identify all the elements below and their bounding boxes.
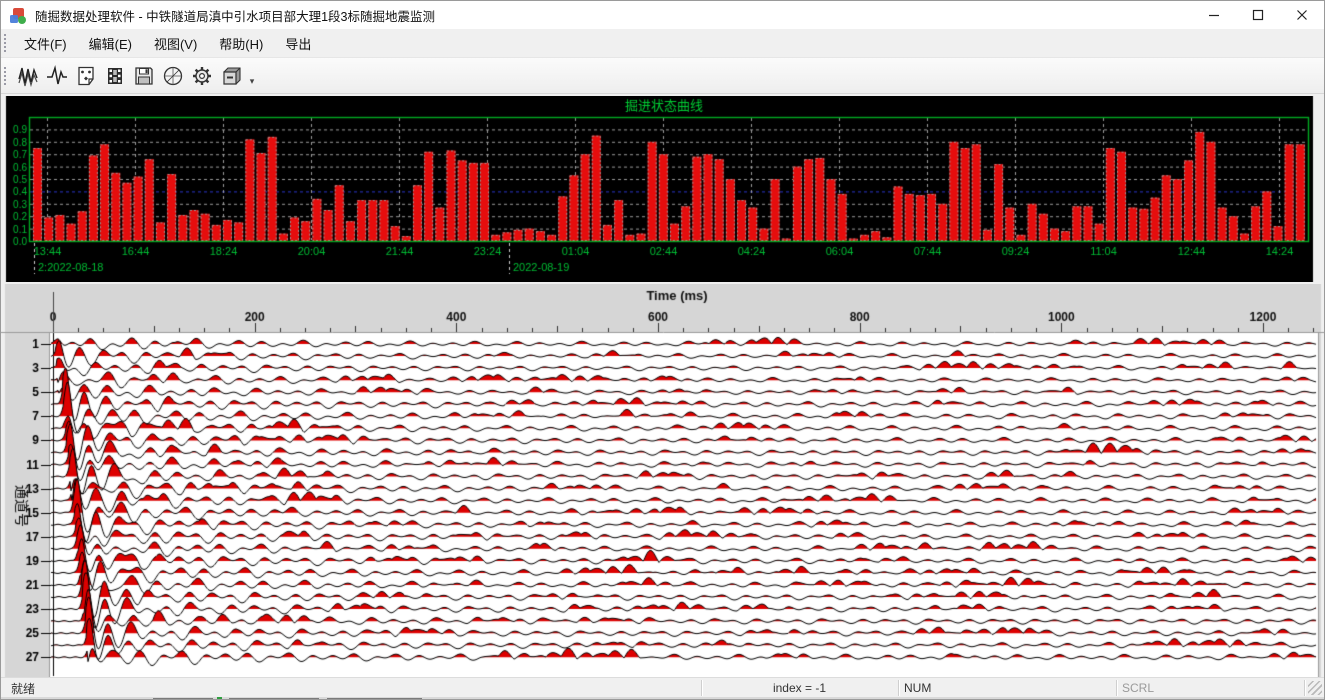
excavation-status-chart[interactable]	[1, 96, 1325, 282]
close-button[interactable]	[1280, 1, 1324, 29]
settings-button[interactable]	[188, 62, 215, 90]
titlebar: 随掘数据处理软件 - 中铁隧道局滇中引水项目部大理1段3标随掘地震监测	[1, 1, 1324, 29]
app-icon	[9, 6, 27, 24]
single-waveform-button[interactable]	[43, 62, 70, 90]
seismogram-section[interactable]	[1, 284, 1325, 677]
status-scrl: SCRL	[1122, 678, 1154, 698]
maximize-button[interactable]	[1236, 1, 1280, 29]
log-notebook-icon	[75, 65, 97, 87]
settings-gear-icon	[191, 65, 213, 87]
multi-waveform-icon	[17, 65, 39, 87]
maximize-icon	[1252, 9, 1264, 21]
toolbar-grip[interactable]	[4, 67, 9, 85]
menubar-grip[interactable]	[4, 34, 9, 52]
close-icon	[1296, 9, 1308, 21]
log-notebook-button[interactable]	[72, 62, 99, 90]
resize-grip[interactable]	[1308, 681, 1322, 695]
status-num: NUM	[904, 678, 931, 698]
menu-export[interactable]: 导出	[274, 29, 322, 58]
filmstrip-icon	[104, 65, 126, 87]
archive-cabinet-icon	[220, 65, 242, 87]
statusbar: 就绪 index = -1 NUM SCRL	[1, 677, 1324, 697]
save-button[interactable]	[130, 62, 157, 90]
status-index: index = -1	[701, 678, 898, 698]
menu-view[interactable]: 视图(V)	[143, 29, 208, 58]
archive-cabinet-button[interactable]	[217, 62, 244, 90]
menu-edit[interactable]: 编辑(E)	[78, 29, 143, 58]
minimize-icon	[1208, 9, 1220, 21]
multi-waveform-button[interactable]	[14, 62, 41, 90]
menu-file[interactable]: 文件(F)	[13, 29, 78, 58]
app-window: 随掘数据处理软件 - 中铁隧道局滇中引水项目部大理1段3标随掘地震监测 文件(F…	[0, 0, 1325, 700]
menubar: 文件(F) 编辑(E) 视图(V) 帮助(H) 导出	[1, 29, 1324, 58]
single-waveform-icon	[46, 65, 68, 87]
save-floppy-icon	[133, 65, 155, 87]
compass-icon	[162, 65, 184, 87]
toolbar: ▾	[1, 58, 1324, 94]
status-ready: 就绪	[11, 678, 35, 698]
window-title: 随掘数据处理软件 - 中铁隧道局滇中引水项目部大理1段3标随掘地震监测	[35, 6, 435, 25]
menu-help[interactable]: 帮助(H)	[208, 29, 274, 58]
filmstrip-button[interactable]	[101, 62, 128, 90]
minimize-button[interactable]	[1192, 1, 1236, 29]
compass-button[interactable]	[159, 62, 186, 90]
toolbar-overflow-button[interactable]: ▾	[245, 63, 259, 89]
